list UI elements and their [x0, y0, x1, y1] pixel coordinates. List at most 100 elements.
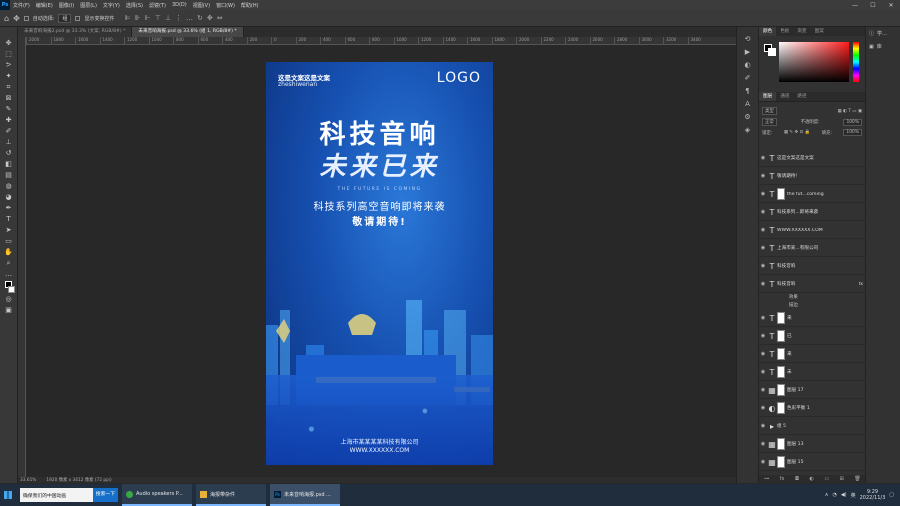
lasso-icon[interactable]: ᕗ: [4, 61, 14, 70]
move-icon[interactable]: ✥: [4, 39, 14, 48]
menu-edit[interactable]: 编辑(E): [33, 2, 56, 9]
visibility-eye-icon[interactable]: ◉: [759, 315, 767, 321]
visibility-eye-icon[interactable]: ◉: [759, 263, 767, 269]
menu-window[interactable]: 窗口(W): [213, 2, 238, 9]
tray-expand-icon[interactable]: ∧: [825, 492, 829, 498]
paragraph-icon[interactable]: ¶: [745, 87, 749, 95]
maximize-button[interactable]: ☐: [864, 0, 882, 10]
align-right-icon[interactable]: ⊩: [145, 14, 151, 22]
home-icon[interactable]: ⌂: [4, 14, 9, 23]
layer-kind-filter[interactable]: 类型: [762, 107, 777, 115]
layer-name[interactable]: 未: [787, 369, 792, 375]
poster-artboard[interactable]: 这是文案这是文案 zheshiwenan LOGO 科技音响 未来已来 THE …: [266, 62, 493, 465]
layer-name[interactable]: 已: [787, 333, 792, 339]
frame-icon[interactable]: ⊠: [4, 94, 14, 103]
visibility-eye-icon[interactable]: ◉: [759, 459, 767, 465]
zoom-icon[interactable]: ⌕: [4, 259, 14, 268]
background-color-swatch[interactable]: [7, 286, 15, 293]
search-button[interactable]: 搜索一下: [92, 488, 118, 502]
more-tools-icon[interactable]: …: [4, 270, 14, 279]
layer-name[interactable]: 组 5: [777, 423, 786, 429]
document-size[interactable]: 1920 像素 x 3412 像素 (72 ppi): [46, 477, 111, 483]
align-middle-icon[interactable]: ⊥: [165, 14, 171, 22]
type-icon[interactable]: T: [4, 215, 14, 224]
panel-background-swatch[interactable]: [768, 48, 776, 56]
layer-row[interactable]: ◉ T 科技音响 fx: [759, 276, 866, 293]
layer-name[interactable]: 图层 17: [787, 387, 804, 393]
taskbar-search[interactable]: 确保我们的中国动画 搜索一下: [20, 488, 118, 502]
gradient-icon[interactable]: ▤: [4, 171, 14, 180]
layer-row[interactable]: ◉ Tthe fut...coming: [759, 186, 866, 203]
visibility-eye-icon[interactable]: ◉: [759, 405, 767, 411]
layer-row[interactable]: ◉ ▦ 图层 15: [759, 454, 866, 471]
link-layers-icon[interactable]: ⊶: [764, 476, 769, 482]
healing-icon[interactable]: ✚: [4, 116, 14, 125]
color-picker-field[interactable]: [779, 42, 849, 82]
3d-slide-icon[interactable]: ⇔: [217, 14, 223, 22]
volume-icon[interactable]: ◀): [841, 492, 847, 498]
screen-mode-icon[interactable]: ▣: [4, 306, 14, 315]
layer-effect-item[interactable]: 效果: [789, 294, 798, 300]
tab-poster2[interactable]: 未来音响海报2.psd @ 33.3% (文案, RGB/8#) *: [18, 27, 133, 37]
pen-icon[interactable]: ✒: [4, 204, 14, 213]
distribute-icon[interactable]: ⋮: [175, 14, 182, 22]
layer-effect-item[interactable]: 描边: [789, 302, 798, 308]
libraries-item[interactable]: ▣ 库: [866, 40, 900, 53]
visibility-eye-icon[interactable]: ◉: [759, 281, 767, 287]
blend-mode-select[interactable]: 正常: [762, 118, 777, 126]
auto-select-dropdown[interactable]: 组: [58, 13, 72, 23]
layer-name[interactable]: 图层 13: [787, 441, 804, 447]
visibility-eye-icon[interactable]: ◉: [759, 333, 767, 339]
task-folder[interactable]: 海报带杂件: [196, 484, 266, 506]
layer-name[interactable]: the fut...coming: [787, 192, 824, 197]
layer-row[interactable]: ◉ T 科技音响: [759, 258, 866, 275]
tab-paths[interactable]: 路径: [793, 92, 810, 101]
layer-name[interactable]: WWW.XXXXXX.COM: [777, 228, 823, 233]
3d-pan-icon[interactable]: ✥: [207, 14, 213, 22]
layer-row[interactable]: ◉ ◐ 色彩平衡 1: [759, 400, 866, 417]
visibility-eye-icon[interactable]: ◉: [759, 209, 767, 215]
layer-row[interactable]: ◉ ▦ 图层 17: [759, 382, 866, 399]
shape-icon[interactable]: ▭: [4, 237, 14, 246]
layer-row[interactable]: ◉ T 来: [759, 310, 866, 327]
menu-view[interactable]: 视图(V): [190, 2, 213, 9]
character-icon[interactable]: A: [745, 100, 750, 108]
dodge-icon[interactable]: ◕: [4, 193, 14, 202]
layer-name[interactable]: 科技音响: [777, 281, 795, 287]
tab-swatches[interactable]: 色板: [776, 27, 793, 36]
visibility-eye-icon[interactable]: ◉: [759, 173, 767, 179]
tab-patterns[interactable]: 图案: [811, 27, 828, 36]
layer-row[interactable]: ◉ T 这是文案这是文案: [759, 150, 866, 167]
layer-name[interactable]: 上海市某...有限公司: [777, 245, 818, 251]
layer-row[interactable]: ◉ T WWW.XXXXXX.COM: [759, 222, 866, 239]
notifications-icon[interactable]: ▢: [889, 492, 894, 498]
layer-name[interactable]: 科技音响: [777, 263, 795, 269]
menu-3d[interactable]: 3D(D): [169, 2, 190, 8]
adjustment-layer-icon[interactable]: ◐: [810, 476, 814, 482]
tab-color[interactable]: 颜色: [759, 27, 777, 36]
tab-layers[interactable]: 图层: [759, 92, 777, 101]
path-select-icon[interactable]: ➤: [4, 226, 14, 235]
new-group-icon[interactable]: ▭: [824, 476, 829, 482]
layer-name[interactable]: 敬请期待!: [777, 173, 797, 179]
layer-row[interactable]: ◉ T 科技系列...即将来袭: [759, 204, 866, 221]
visibility-eye-icon[interactable]: ◉: [759, 155, 767, 161]
more-options-icon[interactable]: …: [186, 14, 193, 22]
layer-name[interactable]: 科技系列...即将来袭: [777, 209, 818, 215]
layer-name[interactable]: 图层 15: [787, 459, 804, 465]
marquee-icon[interactable]: ⬚: [4, 50, 14, 59]
visibility-eye-icon[interactable]: ◉: [759, 423, 767, 429]
layer-name[interactable]: 这是文案这是文案: [777, 155, 814, 161]
visibility-eye-icon[interactable]: ◉: [759, 191, 767, 197]
learn-item[interactable]: ⓘ 学...: [866, 27, 900, 40]
menu-help[interactable]: 帮助(H): [238, 2, 262, 9]
visibility-eye-icon[interactable]: ◉: [759, 441, 767, 447]
fill-input[interactable]: 100%: [843, 129, 862, 136]
visibility-eye-icon[interactable]: ◉: [759, 351, 767, 357]
network-icon[interactable]: ◔: [832, 492, 836, 498]
3d-icon[interactable]: ◈: [745, 126, 750, 134]
visibility-eye-icon[interactable]: ◉: [759, 245, 767, 251]
layer-name[interactable]: 来: [787, 315, 792, 321]
hand-icon[interactable]: ✋: [4, 248, 14, 257]
delete-layer-icon[interactable]: 🗑: [854, 476, 860, 482]
